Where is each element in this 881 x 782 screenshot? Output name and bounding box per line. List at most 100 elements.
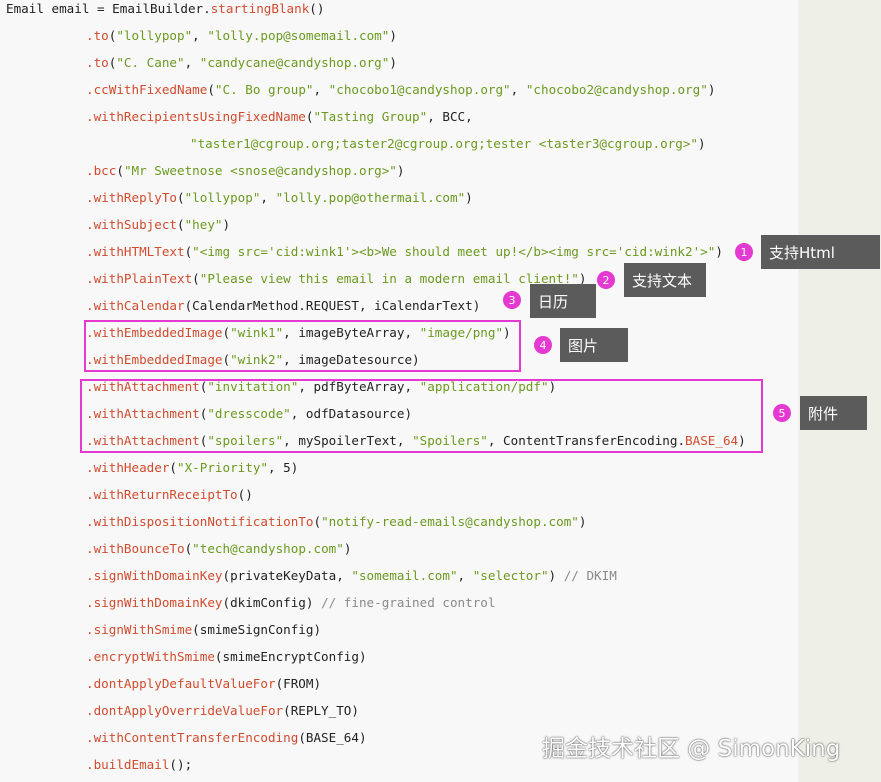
code-line: .withRecipientsUsingFixedName("Tasting G… [86, 108, 473, 126]
code-token: "taster1@cgroup.org;taster2@cgroup.org;t… [190, 136, 698, 151]
code-token: "<img src='cid:wink1'><b>We should meet … [192, 244, 716, 259]
code-token: .signWithSmime [86, 622, 193, 637]
code-token: .signWithDomainKey [86, 568, 223, 583]
code-line: .signWithDomainKey(privateKeyData, "some… [86, 567, 617, 585]
code-token: "Mr Sweetnose <snose@candyshop.org>" [123, 163, 397, 178]
annotation-marker-2: 2 [597, 271, 615, 289]
code-token: , [192, 28, 208, 43]
code-token: "chocobo2@candyshop.org" [525, 82, 708, 97]
code-token: .withCalendar [86, 298, 185, 313]
code-line: .to("lollypop", "lolly.pop@somemail.com"… [86, 27, 397, 45]
code-token: "C. Bo group" [214, 82, 314, 97]
code-line: Email email = EmailBuilder.startingBlank… [6, 0, 324, 18]
code-token: .withReturnReceiptTo [86, 487, 238, 502]
code-token: (); [169, 757, 193, 772]
code-token: .withHeader [86, 460, 170, 475]
code-token: .withContentTransferEncoding [86, 730, 299, 745]
code-token: (smimeSignConfig) [192, 622, 322, 637]
code-token: "tech@candyshop.com" [192, 541, 344, 556]
code-token: ( [177, 217, 185, 232]
code-line: .dontApplyDefaultValueFor(FROM) [86, 675, 321, 693]
code-token: "chocobo1@candyshop.org" [328, 82, 511, 97]
code-token: , [457, 568, 473, 583]
code-line: .signWithSmime(smimeSignConfig) [86, 621, 321, 639]
code-token: "candycane@candyshop.org" [199, 55, 390, 70]
code-line: .withDispositionNotificationTo("notify-r… [86, 513, 586, 531]
code-token: ) [465, 190, 473, 205]
code-token: .withSubject [86, 217, 177, 232]
right-gutter [798, 0, 881, 782]
code-token: (dkimConfig) [222, 595, 322, 610]
code-token: .to [86, 28, 109, 43]
code-token: , [260, 190, 276, 205]
code-line: .ccWithFixedName("C. Bo group", "chocobo… [86, 81, 715, 99]
code-token: ( [177, 190, 185, 205]
code-line: .withSubject("hey") [86, 216, 230, 234]
code-token: startingBlank [210, 1, 310, 16]
code-token: .withDispositionNotificationTo [86, 514, 314, 529]
code-line: .withHTMLText("<img src='cid:wink1'><b>W… [86, 243, 723, 261]
highlight-box-attachments [80, 379, 763, 453]
code-token: // DKIM [563, 568, 617, 583]
annotation-tag-attachment: 附件 [800, 396, 867, 430]
code-token: ) [343, 541, 352, 556]
code-line: .withReplyTo("lollypop", "lolly.pop@othe… [86, 189, 473, 207]
code-line: .withReturnReceiptTo() [86, 486, 253, 504]
code-token: , [184, 55, 200, 70]
code-token: (BASE_64) [298, 730, 367, 745]
code-token: ( [207, 82, 215, 97]
code-token: () [309, 1, 325, 16]
code-token: () [237, 487, 253, 502]
code-token: ) [389, 28, 397, 43]
code-token: "C. Cane" [116, 55, 185, 70]
code-token: "somemail.com" [351, 568, 458, 583]
code-token: Email email = EmailBuilder. [6, 1, 211, 16]
code-token: .withBounceTo [86, 541, 185, 556]
code-token: "lollypop" [116, 28, 193, 43]
code-line: .buildEmail(); [86, 756, 192, 774]
code-token: "lolly.pop@othermail.com" [275, 190, 466, 205]
code-token: (smimeEncryptConfig) [214, 649, 367, 664]
code-token: , BCC, [427, 109, 473, 124]
code-token: .withRecipientsUsingFixedName [86, 109, 306, 124]
code-token: (CalendarMethod.REQUEST, iCalendarText) [184, 298, 481, 313]
code-line: .bcc("Mr Sweetnose <snose@candyshop.org>… [86, 162, 405, 180]
code-token: .encryptWithSmime [86, 649, 215, 664]
code-line: .encryptWithSmime(smimeEncryptConfig) [86, 648, 367, 666]
code-token: "X-Priority" [177, 460, 268, 475]
code-line: .signWithDomainKey(dkimConfig) // fine-g… [86, 594, 495, 612]
code-token: ( [313, 514, 322, 529]
annotation-tag-image: 图片 [560, 328, 628, 362]
code-token: "selector" [472, 568, 549, 583]
code-token: .bcc [86, 163, 117, 178]
code-line: .withContentTransferEncoding(BASE_64) [86, 729, 367, 747]
annotation-tag-html: 支持Html [761, 235, 880, 269]
code-token: ) [715, 244, 723, 259]
code-token: ) [222, 217, 231, 232]
watermark: 掘金技术社区 @ SimonKing [542, 736, 841, 762]
annotation-tag-calendar: 日历 [530, 284, 596, 318]
code-token: ) [548, 568, 564, 583]
code-token: "hey" [184, 217, 223, 232]
code-token: , [510, 82, 526, 97]
highlight-box-embedded-images [84, 320, 521, 372]
code-token: .buildEmail [86, 757, 170, 772]
code-token: (REPLY_TO) [283, 703, 359, 718]
code-line: .withCalendar(CalendarMethod.REQUEST, iC… [86, 297, 480, 315]
code-token: "Please view this email in a modern emai… [199, 271, 579, 286]
code-token: ) [698, 136, 706, 151]
code-token: "Tasting Group" [313, 109, 428, 124]
code-token: , 5) [268, 460, 299, 475]
code-token: ( [169, 460, 177, 475]
code-line: .to("C. Cane", "candycane@candyshop.org"… [86, 54, 397, 72]
code-token: ( [192, 271, 200, 286]
code-token: .dontApplyDefaultValueFor [86, 676, 276, 691]
code-token: (FROM) [275, 676, 322, 691]
code-line: .withBounceTo("tech@candyshop.com") [86, 540, 351, 558]
code-token: .signWithDomainKey [86, 595, 223, 610]
code-token: .withReplyTo [86, 190, 177, 205]
annotation-tag-text: 支持文本 [624, 263, 706, 297]
code-token: // fine-grained control [321, 595, 496, 610]
annotation-marker-5: 5 [773, 404, 791, 422]
code-token: "notify-read-emails@candyshop.com" [321, 514, 579, 529]
